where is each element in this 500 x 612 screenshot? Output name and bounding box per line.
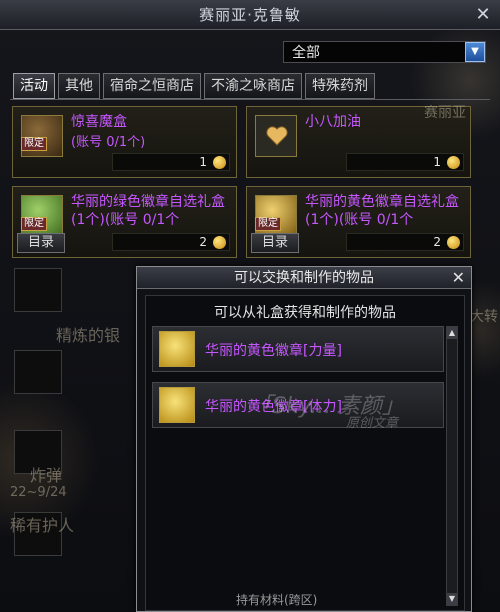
popup-subtitle: 可以从礼盒获得和制作的物品 <box>214 305 396 321</box>
chevron-down-icon[interactable]: ▼ <box>465 42 485 62</box>
coin-icon <box>213 156 226 169</box>
close-icon[interactable]: ✕ <box>472 4 494 26</box>
vitality-emblem-icon <box>159 387 195 423</box>
exchange-popup: 可以交换和制作的物品 ✕ 可以从礼盒获得和制作的物品 华丽的黄色徽章[力量] 华… <box>136 266 472 612</box>
craft-item-label: 华丽的黄色徽章[力量] <box>205 343 342 359</box>
heart-card-icon <box>255 115 297 157</box>
coin-icon <box>213 236 226 249</box>
materials-label: 持有材料(跨区) <box>236 593 318 607</box>
item-limit: (账号 0/1个) <box>71 135 146 150</box>
price-value: 1 <box>433 155 441 169</box>
price-bar: 2 <box>346 233 464 251</box>
filter-value: 全部 <box>292 45 320 61</box>
bg-text: 大转 <box>470 309 498 325</box>
limited-badge: 限定 <box>255 217 281 231</box>
bg-text: 22~9/24 <box>10 485 67 500</box>
catalog-button[interactable]: 目录 <box>17 233 65 253</box>
window-title: 赛丽亚·克鲁敏 <box>199 6 301 24</box>
price-bar: 1 <box>112 153 230 171</box>
tab-activity[interactable]: 活动 <box>13 73 55 99</box>
category-filter-select[interactable]: 全部 ▼ <box>283 41 486 63</box>
catalog-button[interactable]: 目录 <box>251 233 299 253</box>
price-value: 2 <box>199 235 207 249</box>
shop-item-gold-emblem-box[interactable]: 限定 华丽的黄色徽章自选礼盒 (1个)(账号 0/1个 目录 2 <box>246 186 471 258</box>
item-name: 华丽的绿色徽章自选礼盒 (1个)(账号 0/1个 <box>71 194 225 228</box>
craft-item-row[interactable]: 华丽的黄色徽章[力量] <box>152 326 444 372</box>
scroll-down-icon[interactable]: ▼ <box>447 593 457 605</box>
tab-divider <box>10 99 490 100</box>
shop-item-green-emblem-box[interactable]: 限定 华丽的绿色徽章自选礼盒 (1个)(账号 0/1个 目录 2 <box>12 186 237 258</box>
shop-tabs: 活动 其他 宿命之恒商店 不渝之咏商店 特殊药剂 <box>13 73 375 99</box>
watermark: 原创文章 <box>346 416 399 431</box>
item-slot[interactable] <box>14 350 62 394</box>
tab-fate-shop[interactable]: 宿命之恒商店 <box>103 73 201 99</box>
strength-emblem-icon <box>159 331 195 367</box>
item-name: 小八加油 <box>305 114 361 130</box>
tab-other[interactable]: 其他 <box>58 73 100 99</box>
tab-special-potions[interactable]: 特殊药剂 <box>305 73 375 99</box>
coin-icon <box>447 236 460 249</box>
price-value: 2 <box>433 235 441 249</box>
coin-icon <box>447 156 460 169</box>
limited-badge: 限定 <box>21 137 47 151</box>
window-titlebar[interactable]: 赛丽亚·克鲁敏 ✕ <box>0 0 500 30</box>
shop-item-surprise-box[interactable]: 限定 惊喜魔盒 (账号 0/1个) 1 <box>12 106 237 178</box>
bg-text: 稀有护人 <box>10 516 75 535</box>
bg-text: 精炼的银 <box>56 326 121 345</box>
popup-content: 可以从礼盒获得和制作的物品 华丽的黄色徽章[力量] 华丽的黄色徽章[体力] 「S… <box>145 295 465 611</box>
limited-badge: 限定 <box>21 217 47 231</box>
price-bar: 2 <box>112 233 230 251</box>
item-slot[interactable] <box>14 268 62 312</box>
bg-text: 炸弹 <box>30 466 63 485</box>
item-name: 华丽的黄色徽章自选礼盒 (1个)(账号 0/1个 <box>305 194 459 228</box>
bg-text: 赛丽亚 <box>424 105 466 121</box>
scroll-up-icon[interactable]: ▲ <box>447 327 457 339</box>
close-icon[interactable]: ✕ <box>452 268 465 287</box>
price-bar: 1 <box>346 153 464 171</box>
price-value: 1 <box>199 155 207 169</box>
popup-title: 可以交换和制作的物品 <box>137 267 471 289</box>
scrollbar[interactable]: ▲ ▼ <box>446 326 458 606</box>
item-name: 惊喜魔盒 <box>71 114 127 130</box>
tab-eternal-shop[interactable]: 不渝之咏商店 <box>204 73 302 99</box>
